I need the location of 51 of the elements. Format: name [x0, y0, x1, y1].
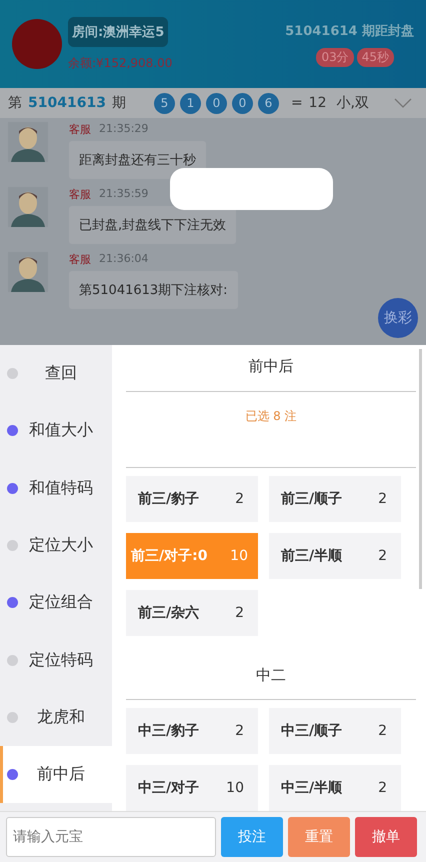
bet-option[interactable]: 中三/豹子 2 [126, 708, 258, 754]
result-ball: 6 [258, 92, 279, 114]
room-avatar [12, 19, 62, 69]
issue-suffix: 期 [112, 94, 126, 112]
group-title: 中二 [255, 665, 287, 686]
bet-option[interactable]: 中三/半顺 2 [269, 765, 401, 811]
result-ball: 0 [206, 92, 227, 114]
countdown-badge: 45秒 [356, 48, 394, 66]
category-tab[interactable]: 和值特码 [0, 460, 112, 517]
equals-sign: = [290, 95, 303, 111]
room-name: 房间:澳洲幸运5 [68, 16, 168, 46]
category-tab[interactable]: 龙虎和 [0, 688, 112, 746]
sender-name: 客服 [69, 187, 91, 202]
category-tab[interactable]: 查回 [0, 345, 112, 402]
category-tab[interactable]: 和值大小 [0, 402, 112, 460]
message-time: 21:35:29 [99, 122, 148, 137]
chevron-down-icon[interactable] [394, 98, 412, 108]
category-tab[interactable]: 定位组合 [0, 574, 112, 632]
amount-input[interactable]: 请输入元宝 [6, 817, 216, 857]
bet-option[interactable]: 中三/顺子 2 [269, 708, 401, 754]
bet-option[interactable]: 前三/杂六 2 [126, 590, 258, 636]
cancel-button[interactable]: 撤单 [355, 817, 417, 857]
agent-avatar-icon [8, 187, 48, 227]
result-ball: 0 [232, 92, 253, 114]
countdown-badge: 03分 [316, 48, 354, 66]
result-ball: 1 [180, 92, 201, 114]
message-time: 21:35:59 [99, 187, 148, 202]
message-bubble: 距离封盘还有三十秒 [69, 141, 206, 179]
next-issue-text: 51041614 期距封盘 [285, 22, 414, 40]
balance-text: 余额:¥152,908.00 [68, 54, 174, 72]
bet-option[interactable]: 前三/顺子 2 [269, 476, 401, 522]
category-tab[interactable]: 前中后 [0, 746, 112, 804]
agent-avatar-icon [8, 252, 48, 292]
sender-name: 客服 [69, 122, 91, 137]
agent-avatar-icon [8, 122, 48, 162]
issue-prefix: 第 [8, 94, 22, 112]
result-tags: 小,双 [336, 94, 369, 112]
selected-count: 已选 8 注 [245, 408, 297, 425]
message-bubble: 第51041613期下注核对: [69, 271, 238, 309]
category-tab[interactable]: 定位大小 [0, 516, 112, 574]
sum-value: 12 [308, 95, 326, 111]
bet-option[interactable]: 前三/半顺 2 [269, 533, 401, 579]
message-time: 21:36:04 [99, 252, 148, 267]
category-tab[interactable]: 定位特码 [0, 631, 112, 689]
sender-name: 客服 [69, 252, 91, 267]
issue-number: 51041613 [28, 95, 106, 111]
panel-title: 前中后 [248, 356, 294, 377]
bet-option[interactable]: 前三/豹子 2 [126, 476, 258, 522]
result-ball: 5 [154, 92, 175, 114]
message-bubble: 已封盘,封盘线下下注无效 [69, 206, 236, 244]
bet-option[interactable]: 中三/对子 10 [126, 765, 258, 811]
